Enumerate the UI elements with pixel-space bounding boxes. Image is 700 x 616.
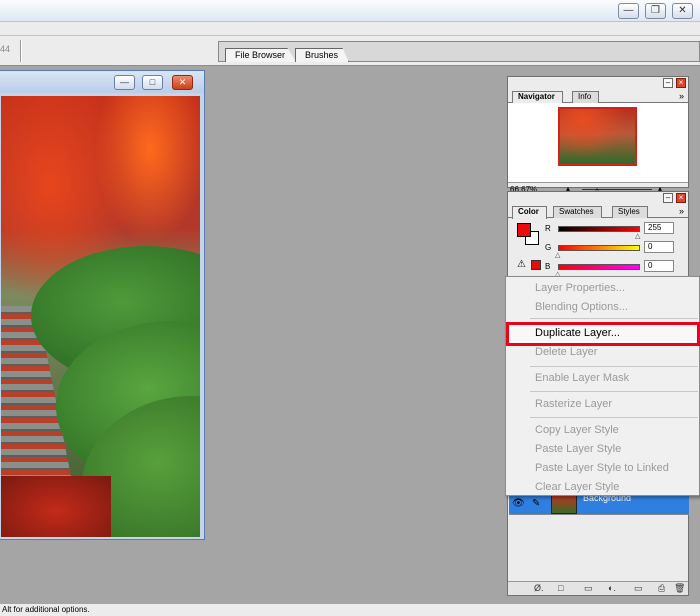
status-bar: Alt for additional options. (0, 604, 700, 616)
zoom-slider[interactable] (582, 189, 652, 190)
tab-styles[interactable]: Styles (612, 206, 648, 218)
gamut-warning-icon[interactable]: ⚠ (517, 259, 526, 270)
color-panel: – × Color Swatches Styles » R 255 △ G 0 … (507, 191, 689, 287)
doc-minimize-button[interactable]: — (114, 75, 135, 90)
trash-icon[interactable]: 🗑 (674, 583, 685, 594)
panel-menu-icon[interactable]: » (679, 91, 684, 101)
new-layer-icon[interactable]: ▭ (634, 583, 643, 594)
menu-item-enable-layer-mask[interactable]: Enable Layer Mask (535, 370, 629, 387)
fallen-leaves (1, 476, 111, 537)
app-title-bar: — ❐ ✕ (0, 0, 700, 22)
options-separator (20, 40, 22, 62)
doc-maximize-button[interactable]: □ (142, 75, 163, 90)
eye-icon[interactable]: 👁 (512, 498, 525, 509)
menu-separator (530, 391, 698, 392)
blue-channel-bar[interactable] (558, 264, 640, 270)
brush-icon[interactable]: ✎ (532, 498, 540, 509)
layer-set-icon[interactable]: ▭ (584, 583, 593, 594)
navigator-thumbnail[interactable] (558, 107, 637, 166)
panel-close-icon[interactable]: × (676, 78, 686, 88)
tab-file-browser[interactable]: File Browser (225, 48, 297, 62)
canvas-image[interactable] (1, 96, 200, 537)
menu-item-paste-layer-style-linked[interactable]: Paste Layer Style to Linked (535, 460, 669, 477)
gamut-swatch[interactable] (531, 260, 541, 270)
adjustment-layer-icon[interactable]: ◐. (608, 583, 616, 593)
panel-minimize-icon[interactable]: – (663, 78, 673, 88)
minimize-button[interactable]: — (618, 3, 639, 19)
channel-label-g: G (545, 243, 552, 252)
menu-item-duplicate-layer[interactable]: Duplicate Layer... (535, 325, 620, 342)
layer-thumbnail (551, 494, 577, 514)
panel-minimize-icon[interactable]: – (663, 193, 673, 203)
tab-brushes[interactable]: Brushes (295, 48, 350, 62)
document-title-bar[interactable]: — □ ✕ (0, 71, 204, 93)
close-window-button[interactable]: ✕ (672, 3, 693, 19)
green-channel-bar[interactable] (558, 245, 640, 251)
navigator-tabs: Navigator Info » (508, 89, 688, 104)
color-panel-head: – × (508, 192, 688, 204)
layer-mask-icon[interactable]: □ (558, 583, 563, 593)
menu-item-paste-layer-style[interactable]: Paste Layer Style (535, 441, 621, 458)
navigator-panel-head: – × (508, 77, 688, 89)
doc-close-button[interactable]: ✕ (172, 75, 193, 90)
layer-style-icon[interactable]: Ø. (534, 583, 544, 593)
red-slider-handle[interactable]: △ (635, 232, 640, 240)
color-tabs: Color Swatches Styles » (508, 204, 688, 219)
options-bar-fragment: 44 (0, 44, 11, 54)
red-channel-bar[interactable] (558, 226, 640, 232)
restore-button[interactable]: ❐ (645, 3, 666, 19)
menu-bar (0, 22, 700, 36)
blue-value-field[interactable]: 0 (644, 260, 674, 272)
menu-item-delete-layer[interactable]: Delete Layer (535, 344, 597, 361)
channel-label-r: R (545, 224, 551, 233)
green-value-field[interactable]: 0 (644, 241, 674, 253)
tab-swatches[interactable]: Swatches (553, 206, 602, 218)
panel-close-icon[interactable]: × (676, 193, 686, 203)
menu-item-clear-layer-style[interactable]: Clear Layer Style (535, 479, 619, 496)
navigator-preview-area (508, 103, 688, 182)
layers-footer: Ø. □ ▭ ◐. ▭ ⎙ 🗑 (508, 581, 688, 595)
menu-item-layer-properties[interactable]: Layer Properties... (535, 280, 625, 297)
navigator-panel: – × Navigator Info » 66.67% ▴ △ ▴ (507, 76, 689, 195)
menu-separator (530, 366, 698, 367)
menu-separator (530, 417, 698, 418)
menu-item-rasterize-layer[interactable]: Rasterize Layer (535, 396, 612, 413)
layer-context-menu: Layer Properties... Blending Options... … (505, 276, 700, 496)
document-window[interactable]: — □ ✕ (0, 70, 205, 540)
channel-label-b: B (545, 262, 551, 271)
duplicate-icon[interactable]: ⎙ (658, 583, 665, 594)
red-value-field[interactable]: 255 (644, 222, 674, 234)
tab-info[interactable]: Info (572, 91, 600, 103)
menu-item-blending-options[interactable]: Blending Options... (535, 299, 628, 316)
menu-separator (530, 318, 698, 319)
green-slider-handle[interactable]: △ (555, 251, 560, 259)
status-text: Alt for additional options. (2, 605, 90, 614)
foreground-color-swatch[interactable] (517, 223, 531, 237)
palette-well: File Browser Brushes (218, 41, 700, 62)
menu-item-copy-layer-style[interactable]: Copy Layer Style (535, 422, 619, 439)
panel-menu-icon[interactable]: » (679, 206, 684, 216)
